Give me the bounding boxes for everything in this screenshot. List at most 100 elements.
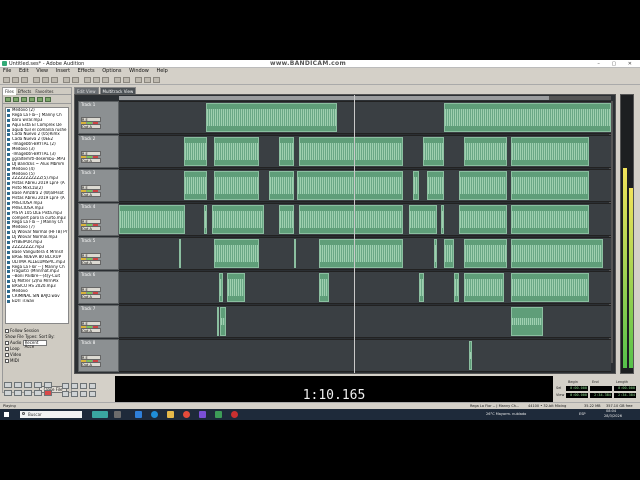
- multitrack-editor[interactable]: hms0:100:200:300:400:501:001:101:201:301…: [74, 94, 616, 374]
- audio-clip[interactable]: [511, 273, 589, 302]
- sort-by-select[interactable]: Recent Acce: [22, 340, 47, 349]
- track-header[interactable]: Track 2 R E Out A: [78, 135, 119, 168]
- audio-clip[interactable]: [206, 103, 337, 132]
- clock-date[interactable]: 28/3/2026: [604, 414, 622, 419]
- track-output-select[interactable]: Out A: [81, 328, 101, 333]
- view-end-field[interactable]: 2:34.384: [590, 393, 612, 398]
- file-list[interactable]: Medovo (2) Rega La Fla-- J Manny Ch baru w…: [5, 107, 69, 324]
- track-input-select[interactable]: R E: [81, 321, 101, 326]
- audio-clip[interactable]: [409, 205, 437, 234]
- edge-browser-icon[interactable]: [151, 411, 158, 418]
- track-output-select[interactable]: Out A: [81, 294, 101, 299]
- save-icon[interactable]: [21, 77, 28, 83]
- copy-icon[interactable]: [42, 77, 49, 83]
- audio-clip[interactable]: [227, 273, 245, 302]
- view-length-field[interactable]: 2:34.384: [614, 393, 636, 398]
- audio-clip[interactable]: [212, 205, 264, 234]
- type-video-checkbox[interactable]: [5, 353, 9, 357]
- audio-clip[interactable]: [434, 239, 437, 268]
- track-input-select[interactable]: R E: [81, 253, 101, 258]
- menu-file[interactable]: File: [3, 68, 11, 74]
- audio-clip[interactable]: [299, 205, 403, 234]
- stop-button[interactable]: [4, 382, 12, 388]
- zoom-out-icon[interactable]: [71, 383, 78, 389]
- tab-effects[interactable]: Effects: [16, 88, 34, 95]
- loop-icon[interactable]: [144, 77, 151, 83]
- audio-clip[interactable]: [464, 239, 507, 268]
- audio-clip[interactable]: [119, 205, 185, 234]
- audio-clip[interactable]: [459, 205, 507, 234]
- sel-begin-field[interactable]: 0:00.000: [566, 386, 588, 391]
- view-begin-field[interactable]: 0:00.000: [566, 393, 588, 398]
- track-input-select[interactable]: R E: [81, 185, 101, 190]
- audio-clip[interactable]: [294, 239, 296, 268]
- bandicam-taskbar-icon[interactable]: [231, 411, 238, 418]
- language-indicator[interactable]: ESP: [579, 409, 586, 420]
- audio-clip[interactable]: [214, 239, 259, 268]
- close-file-icon[interactable]: [13, 97, 19, 102]
- audio-clip[interactable]: [217, 307, 219, 336]
- audio-clip[interactable]: [464, 273, 504, 302]
- track-input-select[interactable]: R E: [81, 151, 101, 156]
- zoom-selection-icon[interactable]: [89, 383, 96, 389]
- audio-clip[interactable]: [511, 307, 543, 336]
- audio-clip[interactable]: [464, 137, 507, 166]
- sel-length-field[interactable]: 0:00.000: [614, 386, 636, 391]
- audio-clip[interactable]: [319, 273, 329, 302]
- track-input-select[interactable]: R E: [81, 355, 101, 360]
- paste-icon[interactable]: [51, 77, 58, 83]
- zoom-in-vertical-icon[interactable]: [62, 391, 69, 397]
- office-icon[interactable]: [199, 411, 206, 418]
- playhead-cursor[interactable]: [354, 95, 355, 373]
- widget-icon[interactable]: [92, 411, 108, 418]
- play-to-end-button[interactable]: [34, 382, 42, 388]
- track-output-select[interactable]: Out A: [81, 124, 101, 129]
- audition-taskbar-icon[interactable]: [215, 411, 222, 418]
- tab-favorites[interactable]: Favorites: [33, 88, 55, 95]
- audio-clip[interactable]: [459, 171, 507, 200]
- hybrid-tool-icon[interactable]: [123, 77, 130, 83]
- track-header[interactable]: Track 5 R E Out A: [78, 237, 119, 270]
- track-lane[interactable]: [119, 169, 611, 202]
- zoom-right-icon[interactable]: [89, 391, 96, 397]
- loop-file-icon[interactable]: [45, 97, 51, 102]
- track-lane[interactable]: [119, 305, 611, 338]
- audio-clip[interactable]: [204, 205, 207, 234]
- track-header[interactable]: Track 4 R E Out A: [78, 203, 119, 236]
- taskbar-search-input[interactable]: Buscar: [20, 411, 82, 418]
- sel-end-field[interactable]: [590, 386, 612, 391]
- track-input-select[interactable]: R E: [81, 117, 101, 122]
- audio-clip[interactable]: [444, 103, 611, 132]
- scroll-thumb[interactable]: [119, 96, 549, 100]
- windows-start-icon[interactable]: [4, 412, 9, 417]
- zoom-left-icon[interactable]: [80, 391, 87, 397]
- type-loop-checkbox[interactable]: [5, 347, 9, 351]
- play-button[interactable]: [14, 382, 22, 388]
- scrub-tool-icon[interactable]: [102, 77, 109, 83]
- window-controls[interactable]: – ▢ ✕: [597, 60, 637, 68]
- track-header[interactable]: Track 1 R E Out A: [78, 101, 119, 134]
- insert-into-multitrack-icon[interactable]: [29, 97, 35, 102]
- tab-files[interactable]: Files: [3, 88, 16, 95]
- audio-clip[interactable]: [511, 137, 589, 166]
- audio-clip[interactable]: [419, 273, 424, 302]
- file-list-item[interactable]: EDIT ir.wav: [6, 299, 68, 304]
- track-header[interactable]: Track 8 R E Out A: [78, 339, 119, 372]
- task-view-icon[interactable]: [114, 411, 121, 418]
- weather-widget[interactable]: 26°C Mayorm. nublado: [486, 409, 526, 420]
- store-icon[interactable]: [135, 411, 142, 418]
- audio-clip[interactable]: [214, 171, 259, 200]
- zoom-out-vertical-icon[interactable]: [71, 391, 78, 397]
- audio-clip[interactable]: [441, 205, 444, 234]
- audio-clip[interactable]: [269, 171, 294, 200]
- track-header[interactable]: Track 6 R E Out A: [78, 271, 119, 304]
- audio-clip[interactable]: [319, 239, 403, 268]
- track-lane[interactable]: [119, 135, 611, 168]
- audio-clip[interactable]: [219, 273, 223, 302]
- track-output-select[interactable]: Out A: [81, 362, 101, 367]
- audio-clip[interactable]: [299, 137, 403, 166]
- zoom-in-icon[interactable]: [62, 383, 69, 389]
- audio-clip[interactable]: [179, 239, 181, 268]
- menu-options[interactable]: Options: [102, 68, 121, 74]
- track-lane[interactable]: [119, 237, 611, 270]
